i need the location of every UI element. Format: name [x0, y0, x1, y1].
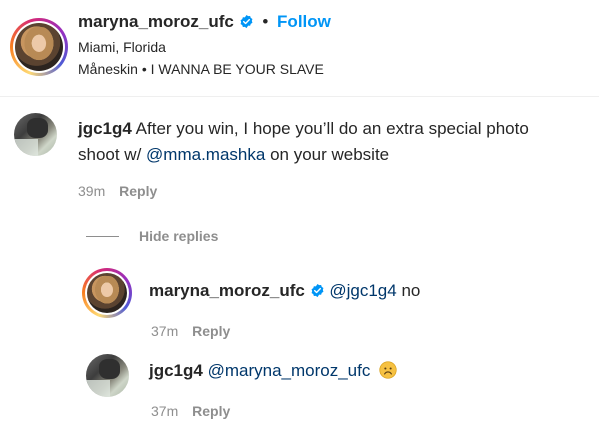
post-music[interactable]: Måneskin • I WANNA BE YOUR SLAVE: [78, 61, 324, 77]
post-author-row: maryna_moroz_ufc • Follow: [78, 12, 331, 32]
header-divider: [0, 96, 599, 97]
hide-replies-line: [86, 236, 119, 237]
reply2-meta: 37m Reply: [151, 403, 230, 419]
reply-mention[interactable]: @jgc1g4: [329, 281, 396, 300]
reply2-reply-button[interactable]: Reply: [192, 403, 230, 419]
header-separator: •: [262, 12, 269, 31]
comment-text-line1: After you win, I hope you’ll do an extra…: [135, 119, 529, 138]
reply-meta: 37m Reply: [151, 323, 230, 339]
follow-button[interactable]: Follow: [277, 12, 331, 31]
post-location[interactable]: Miami, Florida: [78, 39, 166, 55]
comment-username[interactable]: jgc1g4: [78, 119, 132, 138]
reply2-timestamp[interactable]: 37m: [151, 403, 178, 419]
reply-reply-button[interactable]: Reply: [192, 323, 230, 339]
verified-badge-icon: [311, 283, 324, 298]
reply2-mention[interactable]: @maryna_moroz_ufc: [208, 361, 371, 380]
reply-username[interactable]: maryna_moroz_ufc: [149, 281, 305, 300]
comment-reply-button[interactable]: Reply: [119, 183, 157, 199]
music-artist: Måneskin: [78, 61, 138, 77]
post-author-avatar[interactable]: [10, 18, 68, 76]
reply-author-avatar[interactable]: [82, 268, 132, 318]
reply-body: maryna_moroz_ufc @jgc1g4 no: [149, 278, 420, 304]
post-author-username[interactable]: maryna_moroz_ufc: [78, 12, 234, 31]
post-header: maryna_moroz_ufc • Follow Miami, Florida…: [0, 0, 599, 95]
commenter-avatar[interactable]: [14, 113, 57, 156]
comment-meta: 39m Reply: [78, 183, 157, 199]
music-separator: •: [141, 61, 147, 77]
comment-timestamp[interactable]: 39m: [78, 183, 105, 199]
reply2-username[interactable]: jgc1g4: [149, 361, 203, 380]
reply-timestamp[interactable]: 37m: [151, 323, 178, 339]
music-track: I WANNA BE YOUR SLAVE: [150, 61, 324, 77]
comment-text-line2: shoot w/: [78, 145, 147, 164]
comment-mention[interactable]: @mma.mashka: [146, 145, 265, 164]
comment-text-line2-end: on your website: [265, 145, 390, 164]
hide-replies-button[interactable]: Hide replies: [139, 228, 218, 244]
reply2-body: jgc1g4 @maryna_moroz_ufc: [149, 358, 397, 384]
sad-face-emoji-icon: [379, 361, 397, 379]
comment-body: jgc1g4 After you win, I hope you’ll do a…: [78, 116, 593, 168]
reply-text: no: [401, 281, 421, 300]
verified-badge-icon: [240, 14, 253, 29]
reply-commenter-avatar[interactable]: [86, 354, 129, 397]
